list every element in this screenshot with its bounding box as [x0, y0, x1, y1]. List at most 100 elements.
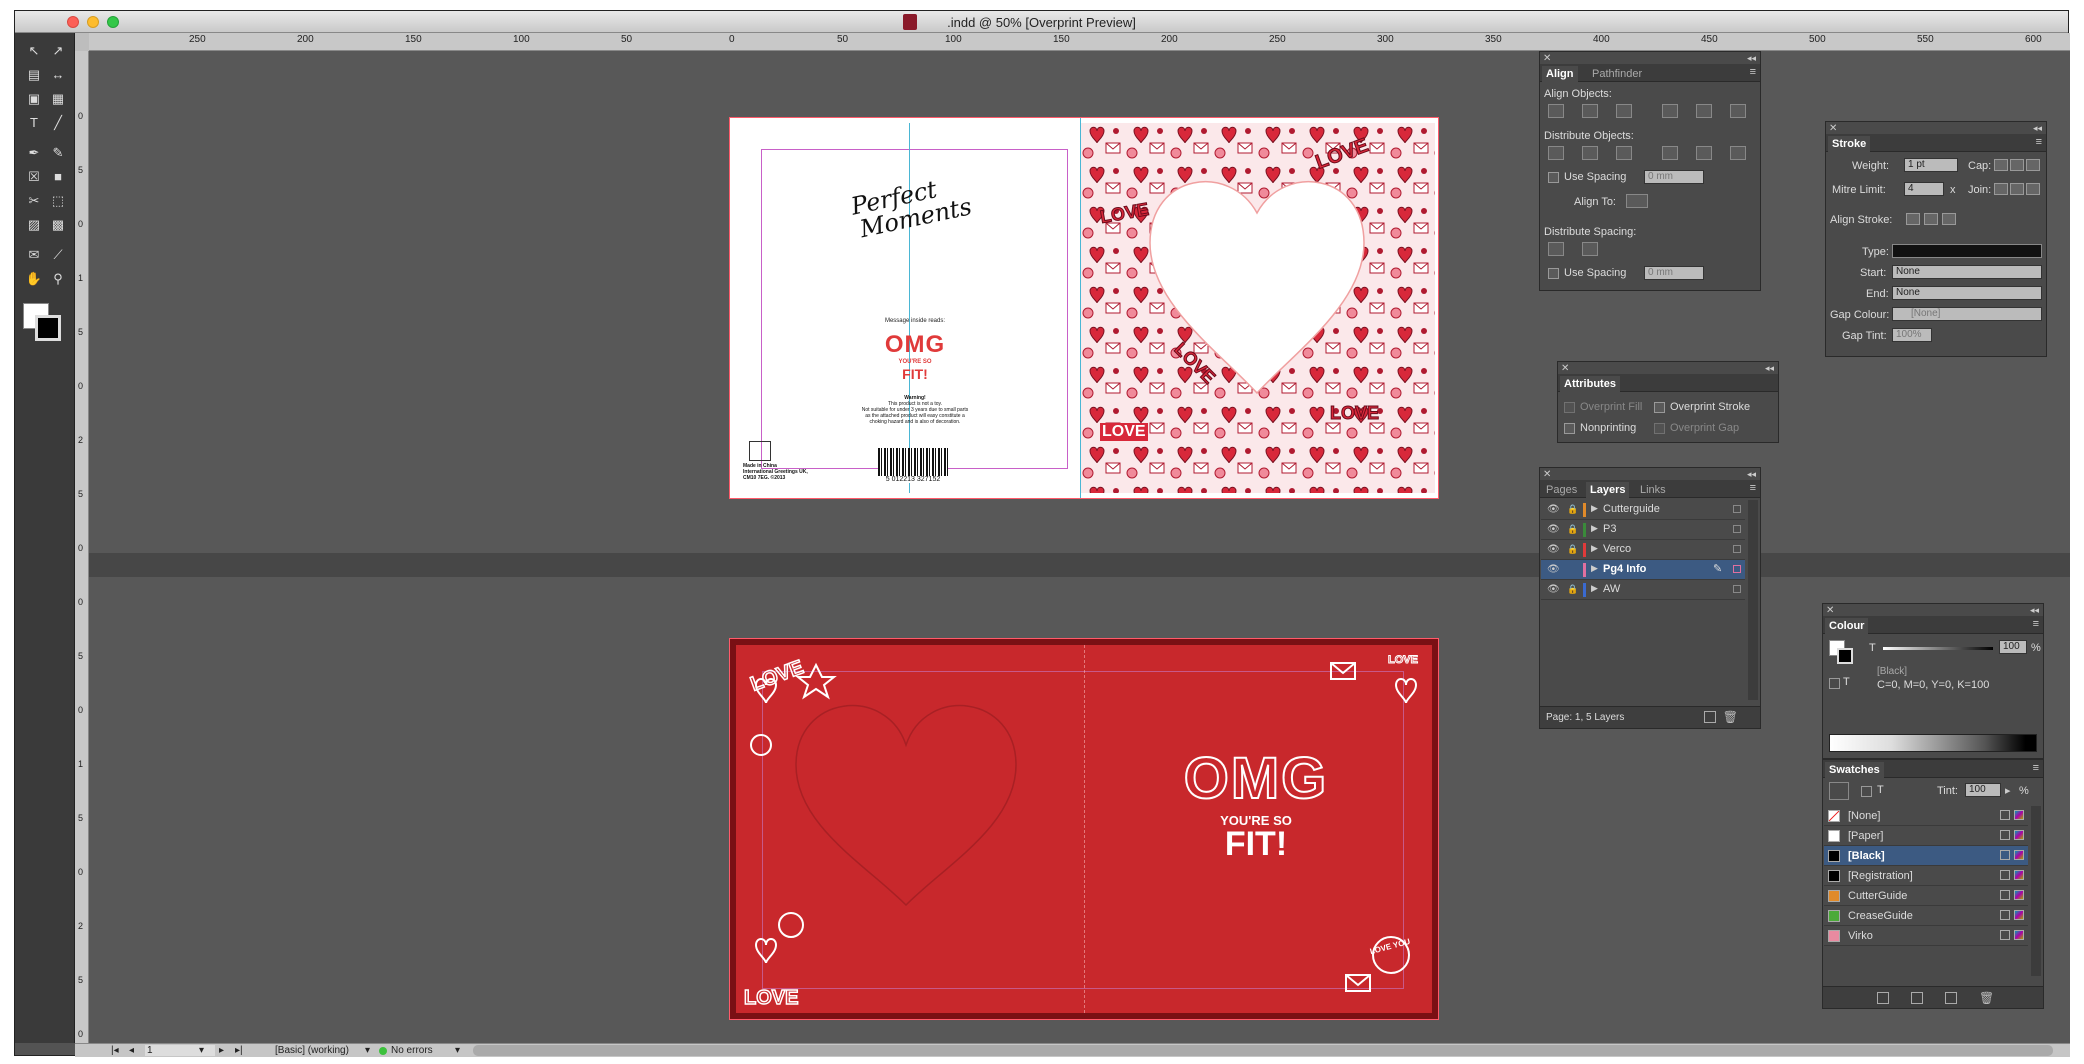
- rectangle-frame-tool-icon[interactable]: ☒: [23, 167, 45, 187]
- tab-layers[interactable]: Layers: [1586, 482, 1630, 498]
- preflight-errors[interactable]: No errors: [391, 1045, 433, 1056]
- start-dropdown[interactable]: None: [1892, 265, 2042, 279]
- tab-stroke[interactable]: Stroke: [1828, 136, 1871, 152]
- swatches-scrollbar[interactable]: [2031, 806, 2041, 976]
- zoom-tool-icon[interactable]: ⚲: [47, 269, 69, 289]
- panel-close-icon[interactable]: ✕: [1829, 123, 1837, 134]
- content-collector-icon[interactable]: ▣: [23, 89, 45, 109]
- distribute-top-icon[interactable]: [1548, 146, 1564, 160]
- panel-close-icon[interactable]: ✕: [1826, 605, 1834, 616]
- swatch-tint-arrow-icon[interactable]: ▸: [2005, 784, 2011, 797]
- swatch-row[interactable]: [None]: [1824, 806, 2028, 826]
- mitre-limit-field[interactable]: 4: [1904, 182, 1944, 196]
- selection-tool-icon[interactable]: ↖: [23, 41, 45, 61]
- tint-field[interactable]: 100: [1999, 640, 2027, 654]
- pasteboard[interactable]: Perfect Moments Message inside reads: OM…: [89, 51, 2070, 1043]
- tab-links[interactable]: Links: [1636, 482, 1670, 498]
- overprint-stroke-checkbox[interactable]: [1654, 402, 1665, 413]
- tab-swatches[interactable]: Swatches: [1825, 762, 1884, 778]
- layer-row[interactable]: 👁 ▶ Pg4 Info ✎: [1541, 560, 1745, 580]
- weight-field[interactable]: 1 pt: [1904, 158, 1958, 172]
- previous-page-icon[interactable]: ◂: [129, 1045, 134, 1056]
- panel-close-icon[interactable]: ✕: [1543, 469, 1551, 480]
- free-transform-tool-icon[interactable]: ⬚: [47, 191, 69, 211]
- layers-panel[interactable]: ✕ ◂◂ Pages Layers Links ≡ 👁 🔒 ▶ Cutterguide…: [1539, 467, 1761, 729]
- distribute-vcenter-icon[interactable]: [1582, 146, 1598, 160]
- gradient-feather-tool-icon[interactable]: ▩: [47, 215, 69, 235]
- lock-icon[interactable]: 🔒: [1567, 584, 1578, 595]
- lock-icon[interactable]: 🔒: [1567, 504, 1578, 515]
- align-bottom-edges-icon[interactable]: [1730, 104, 1746, 118]
- stroke-panel[interactable]: ✕ ◂◂ Stroke ≡ Weight: 1 pt Cap: Mitre Li…: [1825, 121, 2047, 357]
- distribute-bottom-icon[interactable]: [1616, 146, 1632, 160]
- page-tool-icon[interactable]: ▤: [23, 65, 45, 85]
- gradient-swatch-tool-icon[interactable]: ▨: [23, 215, 45, 235]
- panel-menu-icon[interactable]: ≡: [1750, 482, 1756, 494]
- fill-stroke-proxy[interactable]: [23, 303, 63, 343]
- new-colour-group-icon[interactable]: [1911, 992, 1923, 1004]
- expand-triangle-icon[interactable]: ▶: [1591, 583, 1598, 594]
- rectangle-tool-icon[interactable]: ■: [47, 167, 69, 187]
- align-to-dropdown-icon[interactable]: [1626, 194, 1648, 208]
- panel-menu-icon[interactable]: ≡: [2036, 136, 2042, 148]
- tab-align[interactable]: Align: [1542, 66, 1578, 82]
- layer-row[interactable]: 👁 🔒 ▶ AW: [1541, 580, 1745, 600]
- hand-tool-icon[interactable]: ✋: [23, 269, 45, 289]
- pen-tool-icon[interactable]: ✒: [23, 143, 45, 163]
- layer-row[interactable]: 👁 🔒 ▶ P3: [1541, 520, 1745, 540]
- distribute-hspace-icon[interactable]: [1582, 242, 1598, 256]
- align-horizontal-centers-icon[interactable]: [1582, 104, 1598, 118]
- swatch-row[interactable]: [Registration]: [1824, 866, 2028, 886]
- miter-join-icon[interactable]: [1994, 183, 2008, 195]
- align-top-edges-icon[interactable]: [1662, 104, 1678, 118]
- stroke-type-dropdown[interactable]: [1892, 244, 2042, 258]
- tab-pathfinder[interactable]: Pathfinder: [1588, 66, 1646, 82]
- stroke-swatch[interactable]: [35, 315, 61, 341]
- layer-target-icon[interactable]: [1733, 525, 1741, 533]
- gap-tool-icon[interactable]: ↔: [47, 65, 69, 85]
- expand-triangle-icon[interactable]: ▶: [1591, 523, 1598, 534]
- ruler-origin[interactable]: [75, 33, 89, 51]
- panel-close-icon[interactable]: ✕: [1543, 53, 1551, 64]
- butt-cap-icon[interactable]: [1994, 159, 2008, 171]
- panel-collapse-icon[interactable]: ◂◂: [1747, 469, 1756, 480]
- pencil-tool-icon[interactable]: ✎: [47, 143, 69, 163]
- tab-colour[interactable]: Colour: [1825, 618, 1869, 634]
- preflight-profile[interactable]: [Basic] (working): [275, 1045, 349, 1056]
- visibility-eye-icon[interactable]: 👁: [1547, 504, 1560, 515]
- spread-outside[interactable]: Perfect Moments Message inside reads: OM…: [729, 117, 1439, 499]
- distribute-right-icon[interactable]: [1730, 146, 1746, 160]
- lock-icon[interactable]: 🔒: [1567, 524, 1578, 535]
- spacing-field[interactable]: 0 mm: [1644, 170, 1704, 184]
- align-stroke-inside-icon[interactable]: [1924, 213, 1938, 225]
- tab-attributes[interactable]: Attributes: [1560, 376, 1620, 392]
- swatch-row[interactable]: CreaseGuide: [1824, 906, 2028, 926]
- panel-close-icon[interactable]: ✕: [1561, 363, 1569, 374]
- vertical-ruler[interactable]: 0 5 0 1 5 0 2 5 0 0 5 0 1 5 0 2 5 0: [75, 51, 89, 1043]
- horizontal-scrollbar[interactable]: [473, 1045, 2053, 1056]
- visibility-eye-icon[interactable]: 👁: [1547, 524, 1560, 535]
- back-page[interactable]: Perfect Moments Message inside reads: OM…: [735, 123, 1080, 493]
- page-dropdown-icon[interactable]: ▾: [199, 1045, 204, 1056]
- expand-triangle-icon[interactable]: ▶: [1591, 543, 1598, 554]
- overprint-fill-checkbox[interactable]: [1564, 402, 1575, 413]
- tab-pages[interactable]: Pages: [1542, 482, 1581, 498]
- title-bar[interactable]: .indd @ 50% [Overprint Preview]: [15, 11, 2068, 33]
- direct-selection-tool-icon[interactable]: ↗: [47, 41, 69, 61]
- layer-target-icon[interactable]: [1733, 505, 1741, 513]
- content-placer-icon[interactable]: ▦: [47, 89, 69, 109]
- delete-swatch-icon[interactable]: 🗑: [1979, 991, 1994, 1005]
- tint-slider[interactable]: [1883, 647, 1993, 650]
- expand-triangle-icon[interactable]: ▶: [1591, 563, 1598, 574]
- layer-row[interactable]: 👁 🔒 ▶ Cutterguide: [1541, 500, 1745, 520]
- visibility-eye-icon[interactable]: 👁: [1547, 564, 1560, 575]
- use-spacing-checkbox[interactable]: [1548, 172, 1559, 183]
- nonprinting-checkbox[interactable]: [1564, 423, 1575, 434]
- spread-inside[interactable]: LOVE LOVE LOVE LOVE YOU OMG YOU'RE SO FI…: [729, 638, 1439, 1020]
- show-all-swatches-icon[interactable]: [1877, 992, 1889, 1004]
- fill-stroke-proxy[interactable]: [1829, 640, 1853, 664]
- panel-collapse-icon[interactable]: ◂◂: [2030, 605, 2039, 616]
- bevel-join-icon[interactable]: [2026, 183, 2040, 195]
- first-page-icon[interactable]: |◂: [111, 1045, 119, 1056]
- swatch-row[interactable]: CutterGuide: [1824, 886, 2028, 906]
